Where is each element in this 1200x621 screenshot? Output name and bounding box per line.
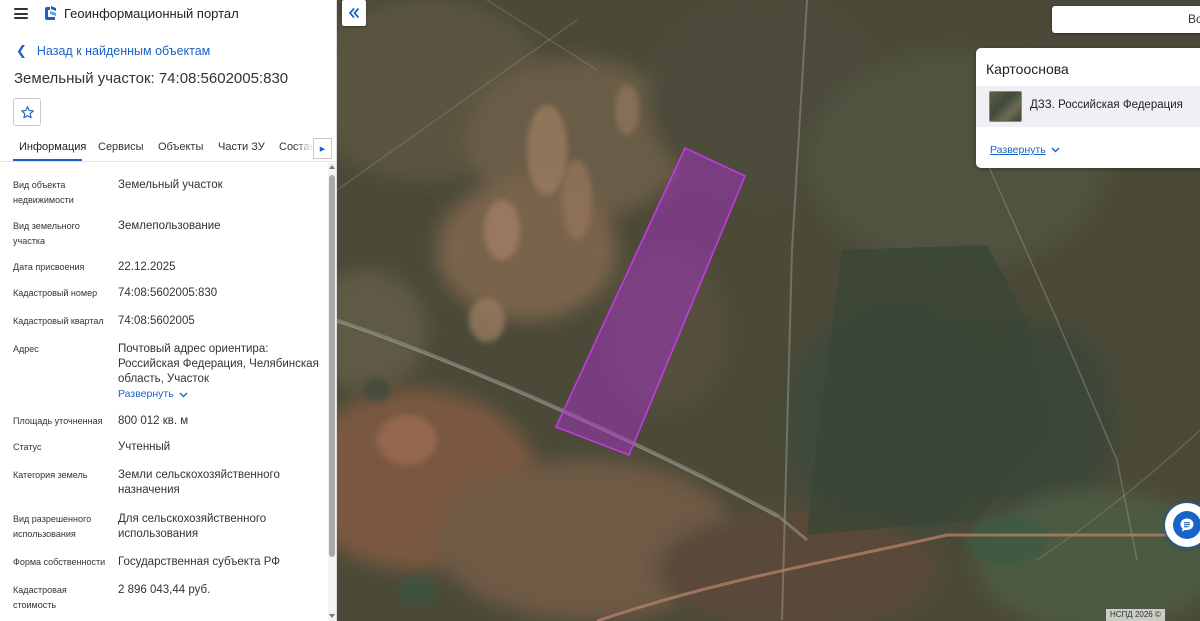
basemap-expand-label: Развернуть: [990, 144, 1046, 156]
star-icon: [20, 105, 34, 118]
property-label: Кадастровая стоимость: [13, 585, 67, 610]
property-value: Государственная субъекта РФ: [118, 556, 280, 568]
chevron-down-icon: [1051, 147, 1060, 153]
chevron-left-icon: ❮: [16, 43, 27, 58]
chevron-down-icon: [179, 392, 188, 397]
scroll-up-arrow-icon[interactable]: [329, 165, 335, 169]
tab-objects[interactable]: Объекты: [158, 141, 203, 153]
basemap-expand-link[interactable]: Развернуть: [990, 144, 1060, 156]
basemap-title: Картооснова: [986, 61, 1069, 77]
object-title: Земельный участок: 74:08:5602005:830: [14, 70, 289, 87]
hamburger-icon[interactable]: [14, 8, 28, 19]
property-value: 2 896 043,44 руб.: [118, 584, 211, 596]
property-value: Земельный участок: [118, 179, 223, 191]
portal-logo-icon: [45, 6, 56, 20]
basemap-thumbnail: [989, 91, 1022, 122]
active-tab-indicator: [13, 159, 82, 161]
property-value: Земли сельскохозяйственного назначения: [118, 469, 280, 496]
property-value-address: Почтовый адрес ориентира: Российская Фед…: [118, 342, 323, 402]
collapse-panel-button[interactable]: [342, 0, 366, 26]
tab-parcel-parts[interactable]: Части ЗУ: [218, 141, 265, 153]
expand-label: Развернуть: [118, 388, 174, 400]
property-label: Вид объекта недвижимости: [13, 180, 74, 205]
basemap-layer-item[interactable]: ДЗЗ. Российская Федерация: [976, 86, 1200, 127]
favorite-button[interactable]: [13, 98, 41, 126]
property-label: Статус: [13, 442, 42, 452]
tab-services[interactable]: Сервисы: [98, 141, 144, 153]
property-value: 22.12.2025: [118, 261, 176, 273]
property-value: Для сельскохозяйственного использования: [118, 513, 267, 540]
scroll-down-arrow-icon[interactable]: [329, 614, 335, 618]
chat-bubble-icon: [1173, 511, 1200, 539]
map-attribution: НСПД 2026 ©: [1106, 609, 1165, 621]
double-chevron-left-icon: [348, 7, 360, 19]
address-text: Почтовый адрес ориентира: Российская Фед…: [118, 343, 319, 385]
tab-information[interactable]: Информация: [19, 141, 86, 153]
basemap-panel: Картооснова ДЗЗ. Российская Федерация Ра…: [976, 48, 1200, 168]
properties-list: Вид объекта недвижимости Земельный участ…: [0, 170, 325, 621]
info-panel: Геоинформационный портал ❮ Назад к найде…: [0, 0, 337, 621]
property-label: Форма собственности: [13, 557, 106, 567]
property-label: Вид земельного участка: [13, 221, 80, 246]
scrollbar-thumb[interactable]: [329, 175, 335, 557]
basemap-layer-name: ДЗЗ. Российская Федерация: [1030, 99, 1183, 111]
map-search-box[interactable]: Во: [1052, 6, 1200, 33]
top-bar: Геоинформационный портал: [0, 0, 336, 28]
back-to-results-link[interactable]: ❮ Назад к найденным объектам: [14, 43, 210, 59]
caret-right-icon: ▶: [319, 145, 326, 153]
tab-bar: Информация Сервисы Объекты Части ЗУ Сост…: [0, 136, 336, 162]
property-label: Кадастровый квартал: [13, 316, 104, 326]
map-view[interactable]: Во Картооснова ДЗЗ. Российская Федерация…: [337, 0, 1200, 621]
back-link-label: Назад к найденным объектам: [36, 44, 211, 58]
property-label: Кадастровый номер: [13, 288, 98, 298]
property-label: Категория земель: [13, 470, 88, 480]
property-label: Адрес: [13, 344, 39, 354]
property-value: 800 012 кв. м: [118, 415, 189, 427]
property-value: 74:08:5602005: [118, 315, 195, 327]
properties-scrollbar[interactable]: [328, 163, 336, 621]
property-value: 74:08:5602005:830: [118, 287, 218, 299]
property-value: Учтенный: [118, 441, 171, 453]
property-label: Площадь уточненная: [13, 416, 103, 426]
property-value: Землепользование: [118, 220, 221, 232]
address-expand-link[interactable]: Развернуть: [118, 387, 188, 402]
tab-fade: [295, 136, 313, 160]
property-label: Вид разрешенного использования: [13, 514, 92, 539]
tabs-scroll-right-button[interactable]: ▶: [313, 138, 332, 159]
portal-title: Геоинформационный портал: [64, 6, 239, 21]
property-label: Дата присвоения: [13, 262, 85, 272]
